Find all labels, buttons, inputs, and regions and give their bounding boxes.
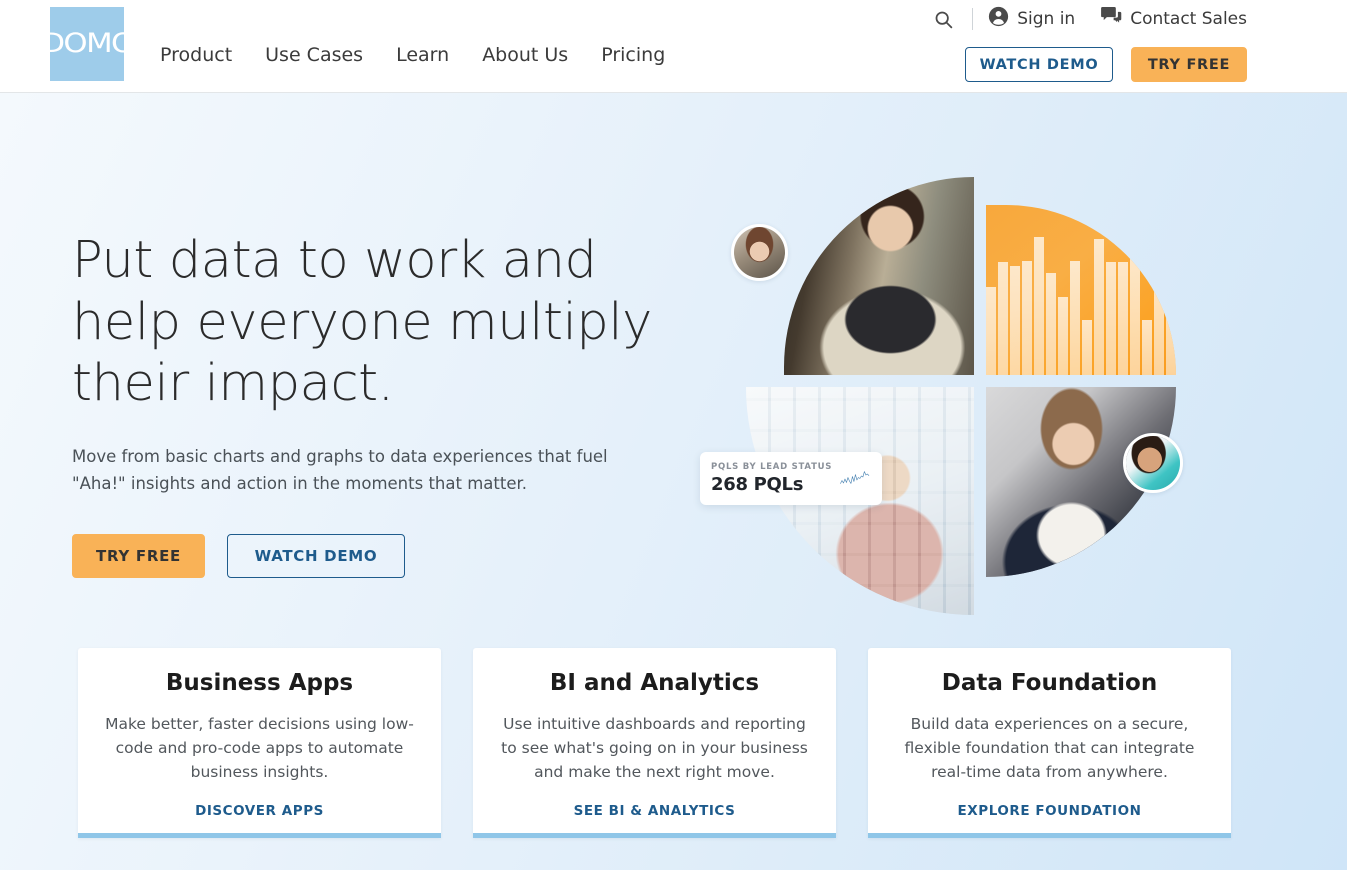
nav-item-pricing[interactable]: Pricing bbox=[601, 46, 665, 65]
hero-watch-demo-button[interactable]: WATCH DEMO bbox=[227, 533, 405, 578]
bar-12 bbox=[1117, 262, 1129, 375]
bar-15 bbox=[1153, 278, 1165, 375]
bar-3 bbox=[1009, 265, 1021, 375]
contact-sales-label: Contact Sales bbox=[1130, 9, 1247, 29]
bar-14 bbox=[1141, 320, 1153, 375]
hero-collage: PQLS BY LEAD STATUS 268 PQLs bbox=[700, 177, 1200, 627]
card-description: Make better, faster decisions using low-… bbox=[105, 714, 414, 781]
orange-bar-chart-graphic bbox=[986, 205, 1176, 375]
bar-10 bbox=[1093, 238, 1105, 375]
header-watch-demo-button[interactable]: WATCH DEMO bbox=[965, 47, 1113, 82]
sign-in-link[interactable]: Sign in bbox=[988, 6, 1075, 32]
explore-foundation-link[interactable]: EXPLORE FOUNDATION bbox=[958, 803, 1142, 819]
bar-4 bbox=[1021, 260, 1033, 375]
nav-item-about-us[interactable]: About Us bbox=[482, 46, 568, 65]
avatar-woman-1 bbox=[731, 224, 788, 281]
hero-section: Put data to work and help everyone multi… bbox=[0, 93, 1347, 870]
bar-6 bbox=[1045, 273, 1057, 375]
man-with-tablet-photo bbox=[784, 177, 974, 375]
bar-9 bbox=[1081, 320, 1093, 375]
collage-quadrant-top-right bbox=[986, 205, 1176, 375]
contact-sales-link[interactable]: Contact Sales bbox=[1100, 6, 1247, 32]
domo-logo[interactable]: DOMO bbox=[41, 7, 135, 81]
utility-divider bbox=[972, 8, 974, 30]
pql-sparkline-icon bbox=[840, 470, 870, 484]
domo-logo-text: DOMO bbox=[40, 28, 135, 59]
pql-stat-texts: PQLS BY LEAD STATUS 268 PQLs bbox=[711, 462, 832, 495]
page-root: DOMO Product Use Cases Learn About Us Pr… bbox=[0, 0, 1347, 870]
avatar-woman-1-photo bbox=[734, 227, 785, 278]
collage-quadrant-top-left bbox=[784, 177, 974, 375]
bar-13 bbox=[1129, 257, 1141, 375]
utility-navigation: Sign in Contact Sales bbox=[933, 6, 1247, 32]
feature-card-business-apps[interactable]: Business Apps Make better, faster decisi… bbox=[78, 648, 441, 838]
nav-item-product[interactable]: Product bbox=[160, 46, 232, 65]
pql-stat-card: PQLS BY LEAD STATUS 268 PQLs bbox=[700, 452, 882, 505]
avatar-woman-2-photo bbox=[1126, 436, 1180, 490]
bar-7 bbox=[1057, 296, 1069, 375]
pql-stat-value: 268 PQLs bbox=[711, 474, 804, 495]
bar-5 bbox=[1033, 237, 1045, 375]
hero-try-free-button[interactable]: TRY FREE bbox=[72, 533, 205, 578]
site-header: DOMO Product Use Cases Learn About Us Pr… bbox=[0, 0, 1347, 93]
avatar-woman-2 bbox=[1123, 433, 1183, 493]
bar-11 bbox=[1105, 262, 1117, 375]
bar-8 bbox=[1069, 260, 1081, 375]
header-try-free-button[interactable]: TRY FREE bbox=[1131, 47, 1247, 82]
feature-card-data-foundation[interactable]: Data Foundation Build data experiences o… bbox=[868, 648, 1231, 838]
search-icon[interactable] bbox=[933, 9, 954, 30]
sign-in-label: Sign in bbox=[1017, 9, 1076, 29]
main-navigation: Product Use Cases Learn About Us Pricing bbox=[160, 46, 665, 65]
feature-card-bi-analytics[interactable]: BI and Analytics Use intuitive dashboard… bbox=[473, 648, 836, 838]
card-description: Build data experiences on a secure, flex… bbox=[904, 714, 1195, 781]
discover-apps-link[interactable]: DISCOVER APPS bbox=[195, 803, 324, 819]
nav-item-use-cases[interactable]: Use Cases bbox=[265, 46, 363, 65]
card-title: Data Foundation bbox=[941, 670, 1158, 696]
card-title: Business Apps bbox=[165, 670, 354, 696]
hero-copy: Put data to work and help everyone multi… bbox=[72, 230, 672, 578]
header-cta-group: WATCH DEMO TRY FREE bbox=[965, 47, 1247, 82]
hero-subtitle: Move from basic charts and graphs to dat… bbox=[72, 447, 608, 493]
hero-cta-group: TRY FREE WATCH DEMO bbox=[72, 533, 672, 578]
see-bi-analytics-link[interactable]: SEE BI & ANALYTICS bbox=[574, 803, 736, 819]
bar-2 bbox=[997, 262, 1009, 375]
nav-item-learn[interactable]: Learn bbox=[396, 46, 449, 65]
bar-1 bbox=[986, 287, 997, 375]
feature-cards-row: Business Apps Make better, faster decisi… bbox=[78, 648, 1270, 838]
bar-16 bbox=[1165, 296, 1176, 375]
account-circle-icon bbox=[988, 6, 1009, 32]
hero-title: Put data to work and help everyone multi… bbox=[72, 231, 652, 414]
card-description: Use intuitive dashboards and reporting t… bbox=[501, 714, 808, 781]
pql-stat-label: PQLS BY LEAD STATUS bbox=[711, 462, 833, 472]
chat-bubble-icon bbox=[1100, 6, 1122, 32]
card-title: BI and Analytics bbox=[549, 670, 760, 696]
